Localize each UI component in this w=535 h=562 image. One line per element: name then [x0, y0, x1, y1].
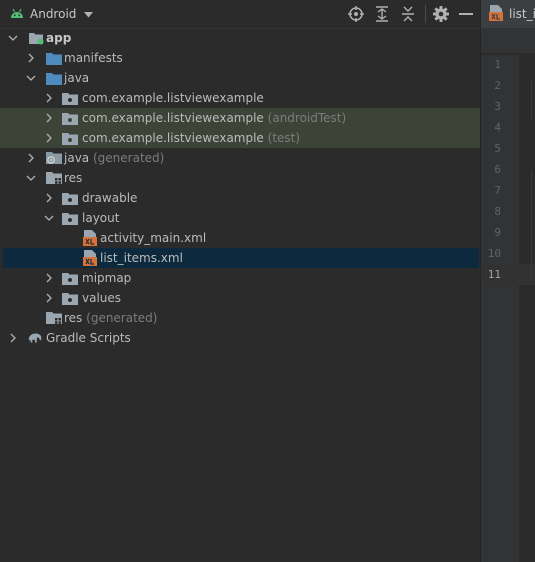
- tree-item-values[interactable]: values: [0, 288, 480, 308]
- resources-folder-icon: [46, 170, 62, 186]
- tree-item-drawable[interactable]: drawable: [0, 188, 480, 208]
- tree-item-java[interactable]: java: [0, 68, 480, 88]
- chevron-down-icon[interactable]: [43, 212, 55, 224]
- chevron-down-icon[interactable]: [25, 72, 37, 84]
- crosshair-icon[interactable]: [347, 5, 365, 23]
- generated-folder-icon: [46, 150, 62, 166]
- folder-icon: [46, 70, 62, 86]
- folder-icon: [46, 50, 62, 66]
- tree-item-label: drawable: [82, 191, 138, 205]
- project-view-selector[interactable]: Android: [10, 4, 94, 24]
- tree-item-label: mipmap: [82, 271, 132, 285]
- tree-item-label: com.example.listviewexample: [82, 91, 264, 105]
- line-number: 9: [494, 226, 501, 239]
- project-view-label: Android: [30, 7, 77, 21]
- chevron-right-icon[interactable]: [43, 112, 55, 124]
- chevron-down-icon: [84, 7, 94, 21]
- tree-item-label: res: [64, 171, 83, 185]
- chevron-right-icon[interactable]: [7, 332, 19, 344]
- line-number: 5: [494, 142, 501, 155]
- tree-item-res-generated[interactable]: res (generated): [0, 308, 480, 328]
- tree-item-label: com.example.listviewexample: [82, 131, 264, 145]
- minimize-icon[interactable]: [457, 5, 475, 23]
- line-number: 2: [494, 79, 501, 92]
- package-icon: [62, 130, 78, 146]
- package-icon: [62, 290, 78, 306]
- tree-item-label: values: [82, 291, 122, 305]
- tree-item-label: manifests: [64, 51, 123, 65]
- chevron-right-icon[interactable]: [43, 132, 55, 144]
- editor-breadcrumb-bar: [481, 29, 535, 53]
- fold-guide: [531, 170, 532, 280]
- tree-item-label: Gradle Scripts: [46, 331, 131, 345]
- tree-item-label: java: [64, 151, 90, 165]
- tree-item-manifests[interactable]: manifests: [0, 48, 480, 68]
- gear-icon[interactable]: [432, 5, 450, 23]
- tree-item-mipmap[interactable]: mipmap: [0, 268, 480, 288]
- line-number: 7: [494, 184, 501, 197]
- tree-item-label: app: [46, 31, 72, 45]
- project-toolbar: Android: [0, 0, 480, 29]
- line-number: 10: [487, 247, 501, 260]
- tree-item-label: layout: [82, 211, 120, 225]
- project-tree: app manifests java com.example.listviewe…: [0, 28, 480, 348]
- xml-file-icon: [489, 4, 503, 24]
- tree-item-res[interactable]: res: [0, 168, 480, 188]
- chevron-right-icon[interactable]: [43, 292, 55, 304]
- gradle-elephant-icon: [27, 330, 43, 346]
- chevron-right-icon[interactable]: [43, 92, 55, 104]
- tree-item-label: java: [64, 71, 90, 85]
- editor-tab-label: list_it: [509, 7, 535, 21]
- toolbar-separator: [425, 5, 426, 23]
- xml-file-icon: [82, 250, 98, 266]
- line-number: 11: [487, 268, 501, 281]
- xml-file-icon: [82, 230, 98, 246]
- editor-tab-list-items[interactable]: list_it: [489, 4, 535, 24]
- chevron-down-icon[interactable]: [7, 32, 19, 44]
- tree-item-suffix: (test): [267, 131, 301, 145]
- chevron-right-icon[interactable]: [25, 152, 37, 164]
- tree-item-package-androidtest[interactable]: com.example.listviewexample (androidTest…: [0, 108, 480, 128]
- tree-item-app[interactable]: app: [0, 28, 480, 48]
- tree-item-gradle-scripts[interactable]: Gradle Scripts: [0, 328, 480, 348]
- tree-item-suffix: (androidTest): [267, 111, 347, 125]
- line-number: 1: [494, 58, 501, 71]
- tree-item-suffix: (generated): [86, 311, 158, 325]
- package-icon: [62, 210, 78, 226]
- tree-item-java-generated[interactable]: java (generated): [0, 148, 480, 168]
- chevron-right-icon[interactable]: [25, 52, 37, 64]
- editor-tab-bar: list_it: [481, 0, 535, 29]
- tree-item-package-main[interactable]: com.example.listviewexample: [0, 88, 480, 108]
- chevron-down-icon[interactable]: [25, 172, 37, 184]
- fold-guide: [531, 80, 532, 120]
- package-icon: [62, 110, 78, 126]
- tree-item-activity-main-xml[interactable]: activity_main.xml: [0, 228, 480, 248]
- line-number: 8: [494, 205, 501, 218]
- chevron-right-icon[interactable]: [43, 272, 55, 284]
- tree-item-label: list_items.xml: [100, 251, 183, 265]
- module-folder-icon: [28, 30, 44, 46]
- expand-all-icon[interactable]: [373, 5, 391, 23]
- tree-item-package-test[interactable]: com.example.listviewexample (test): [0, 128, 480, 148]
- tree-item-suffix: (generated): [92, 151, 165, 165]
- package-icon: [62, 190, 78, 206]
- package-icon: [62, 270, 78, 286]
- collapse-all-icon[interactable]: [399, 5, 417, 23]
- android-icon: [10, 7, 24, 22]
- tree-item-list-items-xml[interactable]: list_items.xml: [3, 248, 479, 268]
- tree-item-label: res: [64, 311, 83, 325]
- chevron-right-icon[interactable]: [43, 192, 55, 204]
- tree-item-label: com.example.listviewexample: [82, 111, 264, 125]
- editor-area: list_it 1 2 3 4 5 6 7 8 9 10 11: [481, 0, 535, 562]
- resources-folder-icon: [46, 310, 62, 326]
- line-number: 4: [494, 121, 501, 134]
- project-tool-window: Android app manifests java com.example.l…: [0, 0, 481, 562]
- line-number: 3: [494, 100, 501, 113]
- line-number: 6: [494, 163, 501, 176]
- tree-item-label: activity_main.xml: [100, 231, 207, 245]
- tree-item-layout[interactable]: layout: [0, 208, 480, 228]
- package-icon: [62, 90, 78, 106]
